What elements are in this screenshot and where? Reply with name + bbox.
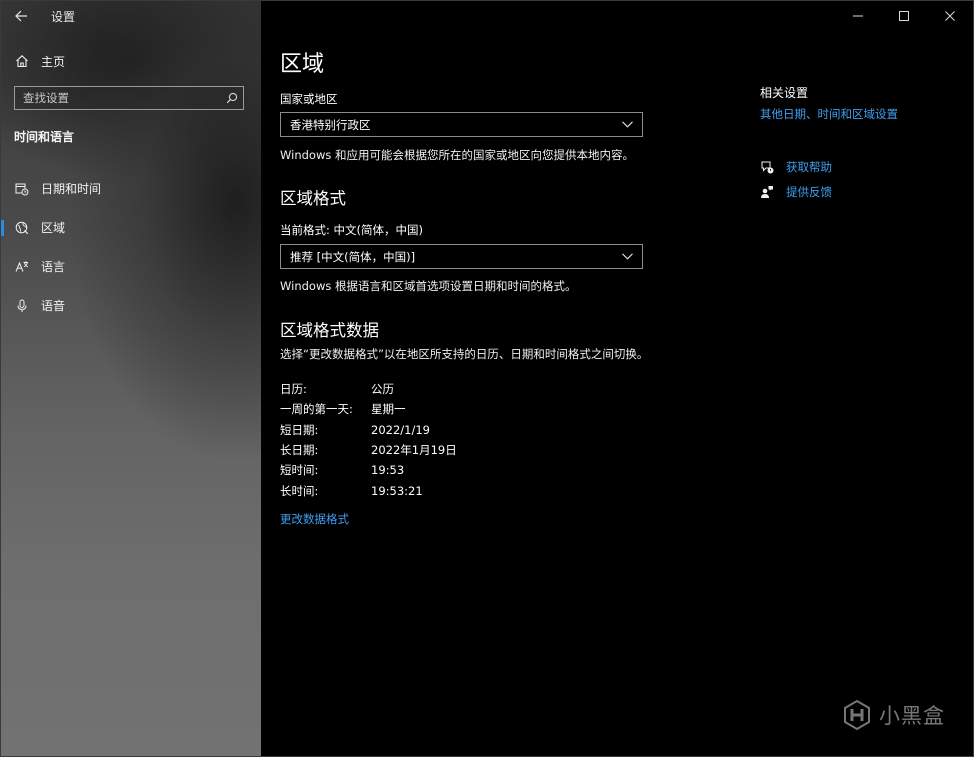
settings-window: 设置 主页 时间和语言: [0, 0, 974, 757]
sidebar-item-region[interactable]: 区域: [1, 208, 261, 247]
related-settings-title: 相关设置: [760, 86, 809, 100]
table-row: 长时间: 19:53:21: [280, 480, 600, 500]
close-icon: [945, 11, 955, 21]
country-description: Windows 和应用可能会根据您所在的国家或地区向您提供本地内容。: [280, 148, 634, 162]
data-value: 19:53:21: [371, 483, 423, 498]
format-dropdown-value: 推荐 [中文(简体，中国)]: [290, 249, 416, 264]
watermark: 小黑盒: [843, 700, 945, 730]
table-row: 长日期: 2022年1月19日: [280, 440, 600, 460]
sidebar-item-label: 日期和时间: [41, 182, 102, 196]
home-label: 主页: [41, 54, 66, 69]
app-title: 设置: [51, 9, 76, 24]
data-value: 2022/1/19: [371, 422, 430, 437]
title-bar: 设置: [1, 1, 261, 31]
search-icon[interactable]: [221, 87, 243, 109]
calendar-clock-icon: [15, 182, 29, 196]
format-data-table: 日历: 公历 一周的第一天: 星期一 短日期: 2022/1/19 长日期: 2…: [280, 379, 600, 501]
data-key: 短日期:: [280, 422, 319, 437]
sidebar: 设置 主页 时间和语言: [1, 1, 261, 756]
globe-region-icon: [15, 221, 29, 235]
sidebar-item-date-time[interactable]: 日期和时间: [1, 169, 261, 208]
sidebar-nav: 日期和时间 区域 语言 语音: [1, 169, 261, 325]
table-row: 短日期: 2022/1/19: [280, 420, 600, 440]
maximize-button[interactable]: [881, 1, 927, 31]
feedback-person-icon: [760, 185, 774, 199]
back-arrow-icon: [14, 10, 27, 22]
get-help-label: 获取帮助: [786, 160, 832, 174]
data-key: 短时间:: [280, 463, 319, 478]
sidebar-item-speech[interactable]: 语音: [1, 286, 261, 325]
table-row: 短时间: 19:53: [280, 460, 600, 480]
data-value: 2022年1月19日: [371, 443, 457, 458]
country-label: 国家或地区: [280, 92, 338, 106]
data-value: 19:53: [371, 463, 405, 478]
format-dropdown[interactable]: 推荐 [中文(简体，中国)]: [280, 244, 643, 269]
data-key: 一周的第一天:: [280, 402, 353, 417]
format-data-description: 选择“更改数据格式”以在地区所支持的日历、日期和时间格式之间切换。: [280, 347, 649, 361]
sidebar-item-language[interactable]: 语言: [1, 247, 261, 286]
back-button[interactable]: [1, 1, 41, 31]
data-value: 星期一: [371, 402, 406, 417]
sidebar-section-title: 时间和语言: [14, 130, 75, 144]
sidebar-item-label: 区域: [41, 221, 66, 235]
search-box: [14, 86, 244, 110]
chevron-down-icon: [612, 121, 642, 128]
get-help-link[interactable]: 获取帮助: [760, 158, 832, 176]
current-format-label: 当前格式: 中文(简体，中国): [280, 223, 424, 237]
format-description: Windows 根据语言和区域首选项设置日期和时间的格式。: [280, 279, 577, 293]
chevron-down-icon: [612, 253, 642, 260]
help-chat-icon: [760, 160, 774, 174]
sidebar-item-label: 语音: [41, 299, 66, 313]
data-key: 日历:: [280, 382, 307, 397]
change-data-format-link[interactable]: 更改数据格式: [280, 511, 349, 527]
table-row: 一周的第一天: 星期一: [280, 399, 600, 419]
data-key: 长时间:: [280, 483, 319, 498]
country-dropdown-value: 香港特别行政区: [290, 117, 371, 132]
sidebar-item-home[interactable]: 主页: [1, 47, 261, 75]
maximize-icon: [899, 11, 909, 21]
data-key: 长日期:: [280, 443, 319, 458]
window-controls: [835, 1, 973, 31]
watermark-text: 小黑盒: [879, 704, 945, 728]
give-feedback-label: 提供反馈: [786, 185, 832, 199]
language-icon: [15, 260, 29, 274]
give-feedback-link[interactable]: 提供反馈: [760, 183, 832, 201]
search-input[interactable]: [15, 87, 221, 109]
sidebar-item-label: 语言: [41, 260, 66, 274]
page-title: 区域: [280, 52, 325, 77]
minimize-icon: [853, 15, 863, 17]
home-icon: [15, 54, 29, 68]
minimize-button[interactable]: [835, 1, 881, 31]
other-date-time-region-link[interactable]: 其他日期、时间和区域设置: [760, 106, 898, 122]
table-row: 日历: 公历: [280, 379, 600, 399]
country-dropdown[interactable]: 香港特别行政区: [280, 112, 643, 137]
data-value: 公历: [371, 382, 394, 397]
heybox-logo-icon: [844, 700, 870, 730]
close-button[interactable]: [927, 1, 973, 31]
format-data-title: 区域格式数据: [280, 321, 379, 340]
microphone-icon: [15, 299, 29, 313]
region-format-title: 区域格式: [280, 189, 346, 208]
